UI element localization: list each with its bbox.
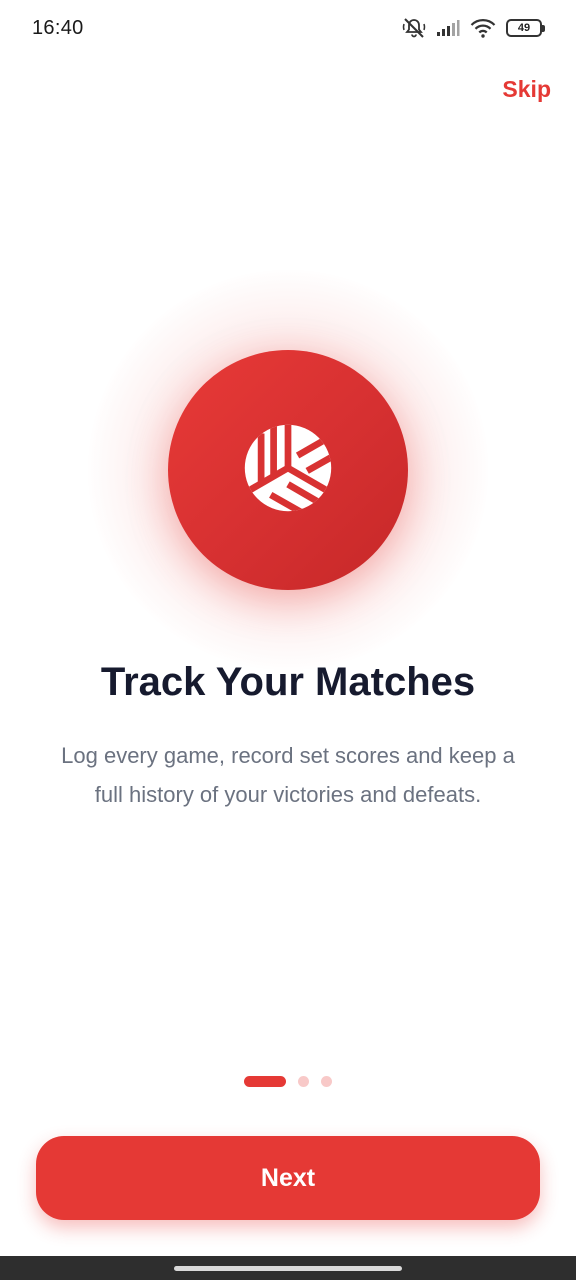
page-indicator [0, 1076, 576, 1087]
page-dot [321, 1076, 332, 1087]
home-handle[interactable] [174, 1265, 402, 1271]
mute-icon [402, 17, 426, 39]
hero-circle [168, 350, 408, 590]
onboarding-screen: 16:40 49 Skip Track Your Matches Log eve… [0, 0, 576, 1280]
battery-icon: 49 [506, 19, 545, 37]
status-bar: 16:40 49 [0, 0, 576, 56]
status-time: 16:40 [32, 16, 84, 39]
wifi-icon [470, 18, 496, 38]
volleyball-icon [240, 420, 336, 521]
page-title: Track Your Matches [100, 660, 476, 704]
skip-button[interactable]: Skip [502, 76, 551, 103]
signal-icon [436, 19, 460, 37]
navigation-bar [0, 1256, 576, 1280]
page-description: Log every game, record set scores and ke… [61, 743, 515, 807]
page-dot-active [244, 1076, 286, 1087]
page-dot [298, 1076, 309, 1087]
next-button[interactable]: Next [36, 1136, 540, 1220]
status-icons: 49 [402, 17, 545, 39]
